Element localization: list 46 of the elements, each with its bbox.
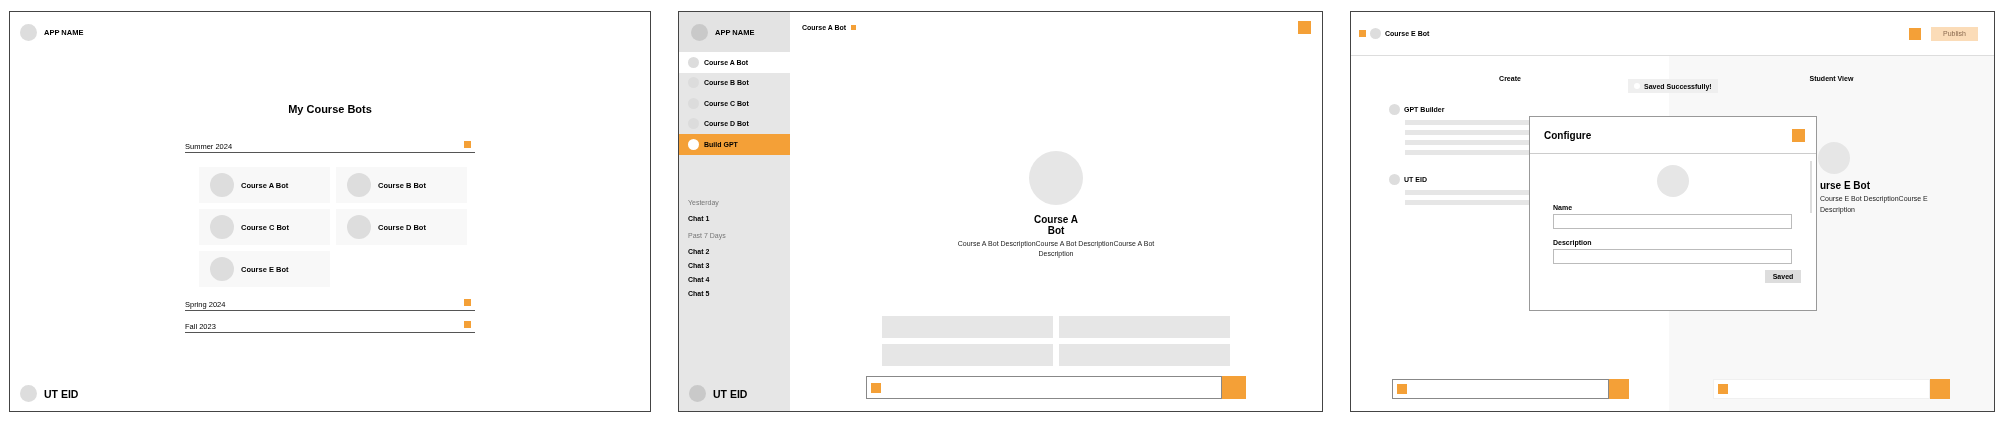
send-button[interactable]: [1608, 379, 1629, 399]
square-button[interactable]: [1909, 27, 1921, 40]
suggestion-card[interactable]: [882, 316, 1053, 338]
square-icon[interactable]: [1718, 384, 1728, 394]
avatar-icon: [1657, 165, 1689, 197]
user-name: UT EID: [713, 387, 748, 400]
avatar-icon: [1370, 28, 1381, 39]
suggestion-card[interactable]: [1059, 344, 1230, 366]
suggestion-card[interactable]: [882, 344, 1053, 366]
page-title: My Course Bots: [287, 103, 373, 115]
toggle-button[interactable]: [464, 299, 471, 306]
avatar-icon: [20, 385, 37, 402]
square-button[interactable]: [1298, 21, 1311, 34]
avatar-icon: [691, 23, 708, 41]
square-icon[interactable]: [1396, 384, 1407, 394]
avatar-icon: [688, 56, 699, 68]
avatar-icon: [20, 24, 37, 41]
square-button[interactable]: [1359, 30, 1366, 37]
avatar-icon: [210, 257, 234, 281]
square-icon[interactable]: [871, 382, 881, 393]
avatar-icon: [688, 138, 699, 150]
square-icon[interactable]: [851, 25, 857, 30]
bot-avatar: [1029, 151, 1083, 205]
dialog-title: Configure: [1544, 129, 1592, 141]
send-button[interactable]: [1222, 376, 1246, 399]
toggle-button[interactable]: [464, 321, 471, 328]
input-field[interactable]: [1553, 214, 1792, 229]
message-field[interactable]: [1391, 379, 1609, 399]
input-field[interactable]: [1553, 249, 1792, 264]
avatar-icon: [210, 215, 234, 239]
bot-title: Course A Bot: [1032, 214, 1080, 236]
suggestion-card[interactable]: [1059, 316, 1230, 338]
close-button[interactable]: [1792, 128, 1805, 142]
bot-avatar: [1818, 142, 1850, 174]
avatar-icon: [210, 173, 234, 197]
avatar-icon: [1389, 174, 1400, 185]
avatar-icon: [689, 385, 706, 402]
scrollbar[interactable]: [1810, 161, 1812, 213]
avatar-icon: [347, 215, 371, 239]
toggle-button[interactable]: [464, 141, 471, 148]
avatar-icon: [347, 173, 371, 197]
avatar-icon: [1389, 104, 1400, 115]
user-name: UT EID: [44, 387, 79, 400]
message-field[interactable]: [866, 376, 1222, 399]
bot-title: urse E Bot: [1820, 180, 1871, 191]
send-button[interactable]: [1930, 379, 1950, 399]
